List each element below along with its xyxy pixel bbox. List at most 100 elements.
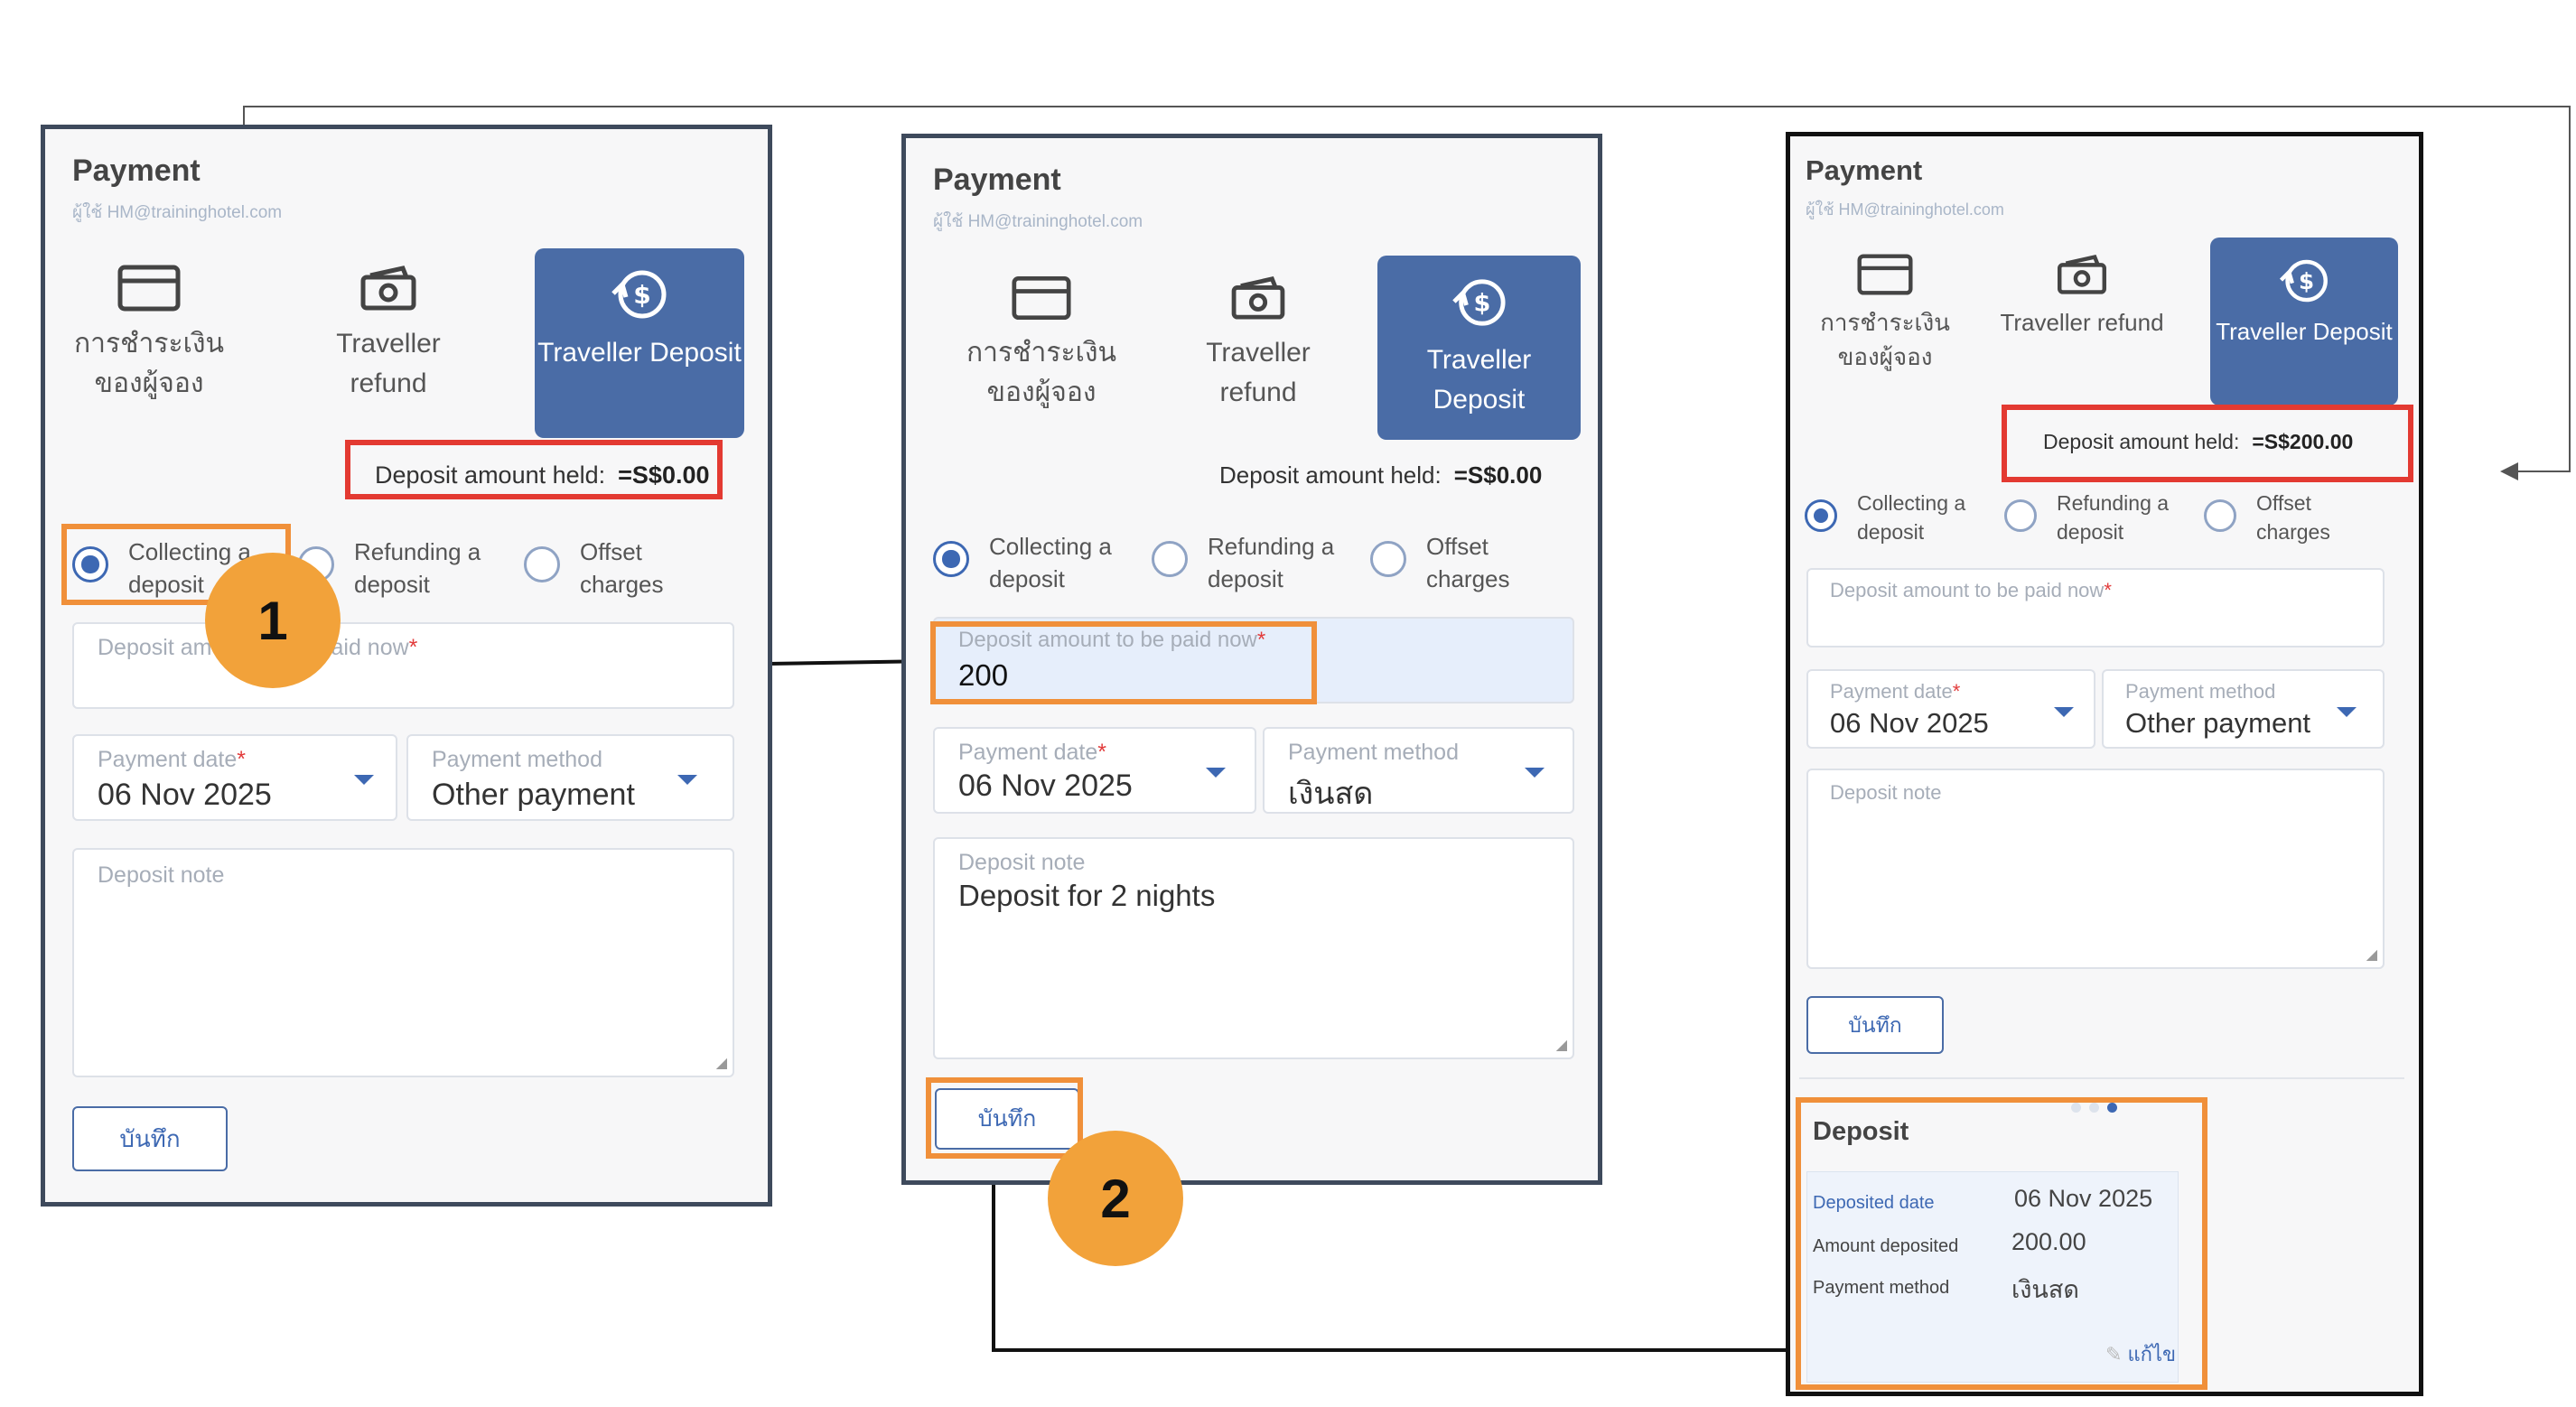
field-label: Deposit note	[98, 862, 225, 888]
radio-collecting[interactable]: Collecting a deposit	[1805, 489, 1983, 546]
tab-label: Traveller Deposit	[2216, 318, 2393, 345]
payment-date-select[interactable]: Payment date* 06 Nov 2025	[1806, 669, 2095, 749]
tab-traveller-deposit[interactable]: $ Traveller Deposit	[2210, 238, 2398, 405]
field-value: Other payment	[2125, 707, 2311, 739]
highlight-amount-panel2	[930, 621, 1317, 704]
save-button[interactable]: บันทึก	[1806, 996, 1944, 1054]
deposit-note-textarea[interactable]: Deposit note ◢	[1806, 769, 2385, 969]
field-value: เงินสด	[1288, 777, 1374, 811]
deposit-amount-input[interactable]: Deposit amount to be paid now*	[1806, 568, 2385, 648]
field-label: Payment date*	[98, 747, 246, 772]
chevron-down-icon	[2054, 707, 2074, 717]
chevron-down-icon	[354, 775, 374, 785]
radio-dot[interactable]	[2004, 499, 2037, 532]
svg-text:$: $	[633, 280, 650, 310]
held-label: Deposit amount held:	[1219, 461, 1442, 489]
tab-label: การชำระเงิน ของผู้จอง	[74, 329, 224, 398]
radio-collecting[interactable]: Collecting a deposit	[933, 530, 1125, 596]
tab-label: การชำระเงิน ของผู้จอง	[1820, 309, 1950, 370]
step-badge-1: 1	[205, 553, 341, 688]
highlight-held-panel1	[345, 440, 723, 499]
card-icon	[1012, 275, 1071, 321]
field-value: Other payment	[432, 778, 635, 812]
radio-refunding[interactable]: Refunding a deposit	[2004, 489, 2183, 546]
user-subtitle: ผู้ใช้ HM@traininghotel.com	[933, 212, 1143, 231]
page-title: Payment	[72, 154, 201, 188]
deposit-coin-icon: $	[611, 270, 667, 319]
radio-label: Collecting a deposit	[1857, 491, 1966, 545]
chevron-down-icon	[1525, 768, 1545, 778]
step-badge-2: 2	[1048, 1131, 1183, 1266]
section-divider	[1799, 1077, 2404, 1079]
tab-label: Traveller Deposit	[1426, 345, 1532, 415]
chevron-down-icon	[677, 775, 697, 785]
tab-traveller-refund[interactable]: Traveller refund	[1168, 275, 1349, 456]
radio-dot[interactable]	[2204, 499, 2236, 532]
tab-traveller-deposit[interactable]: $ Traveller Deposit	[535, 248, 744, 438]
payment-method-select[interactable]: Payment method Other payment	[406, 734, 734, 821]
highlight-deposit-section	[1796, 1097, 2207, 1390]
field-value: Deposit for 2 nights	[958, 879, 1216, 912]
radio-offset[interactable]: Offset charges	[524, 536, 697, 601]
tab-traveller-refund[interactable]: Traveller refund	[298, 265, 479, 445]
radio-label: Offset charges	[2256, 491, 2330, 545]
field-label: Payment method	[2125, 680, 2276, 703]
page-title: Payment	[933, 163, 1061, 197]
tab-label: การชำระเงิน ของผู้จอง	[966, 338, 1116, 407]
page-title: Payment	[1806, 154, 1923, 186]
held-value: =S$0.00	[1453, 461, 1543, 489]
resize-handle-icon[interactable]: ◢	[2366, 946, 2377, 964]
deposit-note-textarea[interactable]: Deposit note Deposit for 2 nights ◢	[933, 837, 1574, 1059]
field-label: Deposit note	[958, 850, 1086, 875]
deposit-held: Deposit amount held: =S$0.00	[1219, 461, 1542, 489]
tab-traveller-refund[interactable]: Traveller refund	[1992, 254, 2172, 425]
tab-label: Traveller refund	[336, 329, 441, 398]
radio-dot[interactable]	[524, 546, 560, 582]
field-label: Payment method	[1288, 740, 1459, 765]
field-label: Deposit amount to be paid now*	[1830, 579, 2112, 601]
user-subtitle: ผู้ใช้ HM@traininghotel.com	[72, 203, 283, 222]
payment-method-select[interactable]: Payment method Other payment	[2102, 669, 2385, 749]
resize-handle-icon[interactable]: ◢	[1556, 1036, 1567, 1054]
radio-refunding[interactable]: Refunding a deposit	[1152, 530, 1343, 596]
payment-date-select[interactable]: Payment date* 06 Nov 2025	[72, 734, 397, 821]
radio-label: Refunding a deposit	[354, 538, 481, 599]
radio-dot[interactable]	[1370, 541, 1406, 577]
radio-dot[interactable]	[1152, 541, 1188, 577]
card-icon	[1857, 254, 1913, 295]
highlight-save-panel2	[926, 1077, 1083, 1159]
tab-traveller-deposit[interactable]: $ Traveller Deposit	[1377, 256, 1581, 440]
chevron-down-icon	[1206, 768, 1226, 778]
radio-label: Refunding a deposit	[1208, 533, 1335, 593]
highlight-held-panel3	[2002, 405, 2413, 482]
payment-panel-1: Payment ผู้ใช้ HM@traininghotel.com การช…	[41, 125, 772, 1207]
cash-icon	[2058, 254, 2106, 294]
deposit-amount-input[interactable]: Deposit amount to be paid now*	[72, 622, 734, 709]
radio-dot[interactable]	[933, 541, 969, 577]
field-label: Payment date*	[1830, 680, 1961, 703]
radio-offset[interactable]: Offset charges	[2204, 489, 2365, 546]
radio-dot[interactable]	[1805, 499, 1837, 532]
tab-booker-payment[interactable]: การชำระเงิน ของผู้จอง	[1799, 254, 1971, 425]
save-button[interactable]: บันทึก	[72, 1106, 228, 1171]
svg-text:$: $	[2299, 268, 2314, 294]
payment-method-select[interactable]: Payment method เงินสด	[1263, 727, 1574, 814]
field-label: Payment date*	[958, 740, 1106, 765]
chevron-down-icon	[2337, 707, 2357, 717]
field-label: Payment method	[432, 747, 602, 772]
tab-label: Traveller Deposit	[537, 338, 742, 368]
resize-handle-icon[interactable]: ◢	[716, 1054, 727, 1072]
field-value: 06 Nov 2025	[98, 778, 272, 812]
deposit-note-textarea[interactable]: Deposit note ◢	[72, 848, 734, 1077]
svg-text:$: $	[1473, 290, 1490, 318]
radio-label: Refunding a deposit	[2057, 491, 2170, 545]
tab-label: Traveller refund	[2000, 309, 2164, 336]
tab-booker-payment[interactable]: การชำระเงิน ของผู้จอง	[63, 265, 235, 445]
payment-date-select[interactable]: Payment date* 06 Nov 2025	[933, 727, 1256, 814]
cash-icon	[360, 266, 416, 311]
card-icon	[117, 265, 181, 312]
radio-offset[interactable]: Offset charges	[1370, 530, 1544, 596]
deposit-coin-icon: $	[2279, 259, 2328, 303]
tab-booker-payment[interactable]: การชำระเงิน ของผู้จอง	[956, 275, 1127, 456]
cash-icon	[1231, 276, 1285, 320]
